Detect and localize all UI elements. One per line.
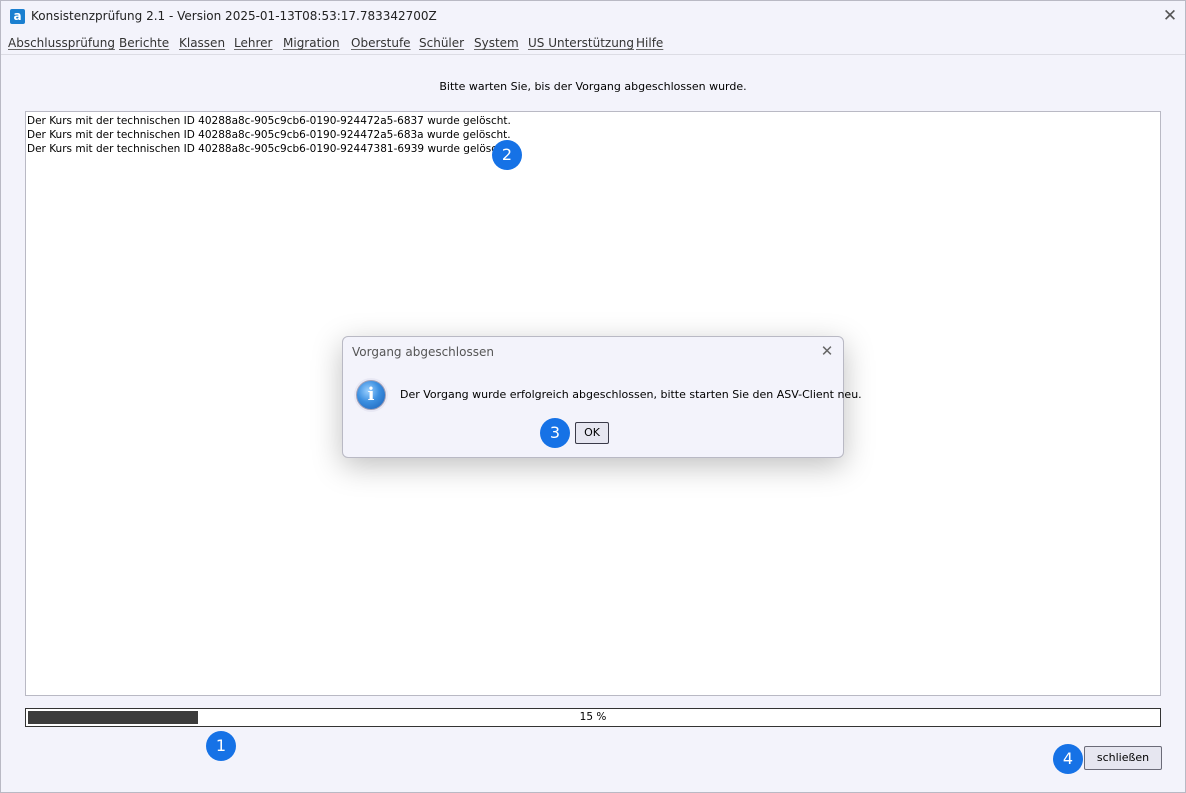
app-logo-icon: a	[10, 9, 25, 24]
status-message: Bitte warten Sie, bis der Vorgang abgesc…	[439, 80, 747, 93]
dialog-close-icon[interactable]: ✕	[817, 341, 837, 361]
annotation-badge-3: 3	[540, 418, 570, 448]
dialog-title: Vorgang abgeschlossen	[352, 345, 494, 359]
progress-bar: 15 %	[25, 708, 1161, 727]
annotation-badge-2: 2	[492, 140, 522, 170]
dialog-message: Der Vorgang wurde erfolgreich abgeschlos…	[400, 388, 862, 401]
menu-item-us-unterstuetzung[interactable]: US Unterstützung	[528, 36, 634, 50]
log-line: Der Kurs mit der technischen ID 40288a8c…	[27, 129, 511, 141]
menu-item-migration[interactable]: Migration	[283, 36, 340, 50]
log-line: Der Kurs mit der technischen ID 40288a8c…	[27, 143, 512, 155]
annotation-badge-4: 4	[1053, 744, 1083, 774]
completion-dialog: Vorgang abgeschlossen ✕ i Der Vorgang wu…	[342, 336, 862, 458]
menu-bar: Abschlussprüfung Berichte Klassen Lehrer…	[1, 32, 1185, 55]
menu-item-berichte[interactable]: Berichte	[119, 36, 169, 50]
close-button[interactable]: schließen	[1084, 746, 1162, 770]
info-icon: i	[356, 380, 386, 410]
annotation-badge-1: 1	[206, 731, 236, 761]
log-line: Der Kurs mit der technischen ID 40288a8c…	[27, 115, 511, 127]
window-title: Konsistenzprüfung 2.1 - Version 2025-01-…	[31, 9, 437, 23]
menu-item-hilfe[interactable]: Hilfe	[636, 36, 663, 50]
menu-item-oberstufe[interactable]: Oberstufe	[351, 36, 411, 50]
menu-item-lehrer[interactable]: Lehrer	[234, 36, 272, 50]
menu-item-klassen[interactable]: Klassen	[179, 36, 225, 50]
menu-item-system[interactable]: System	[474, 36, 519, 50]
window-close-icon[interactable]: ✕	[1159, 6, 1181, 26]
title-bar: a Konsistenzprüfung 2.1 - Version 2025-0…	[1, 1, 1185, 32]
menu-item-schueler[interactable]: Schüler	[419, 36, 464, 50]
progress-label: 15 %	[579, 711, 607, 723]
ok-button[interactable]: OK	[575, 422, 609, 444]
menu-item-abschlusspruefung[interactable]: Abschlussprüfung	[8, 36, 115, 50]
